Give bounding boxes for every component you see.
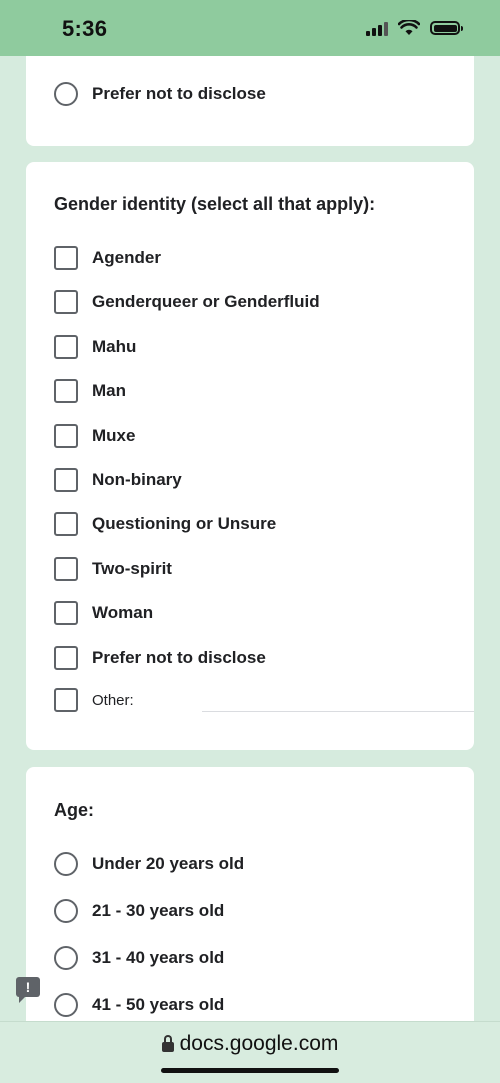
option-label: Under 20 years old xyxy=(92,854,245,873)
option-label: Woman xyxy=(92,603,154,622)
checkbox-option-muxe[interactable]: Muxe xyxy=(54,423,135,449)
checkbox[interactable] xyxy=(54,688,78,712)
battery-icon xyxy=(430,21,463,35)
question-title: Age: xyxy=(54,800,94,820)
option-label: Mahu xyxy=(92,337,137,356)
home-indicator[interactable] xyxy=(161,1068,339,1073)
checkbox-option-non-binary[interactable]: Non-binary xyxy=(54,467,182,493)
status-bar: 5:36 xyxy=(0,0,500,56)
option-label: Man xyxy=(92,381,126,400)
status-icons xyxy=(366,20,463,36)
option-label: Two-spirit xyxy=(92,559,172,578)
checkbox[interactable] xyxy=(54,335,78,359)
status-time: 5:36 xyxy=(62,16,108,41)
checkbox-option-agender[interactable]: Agender xyxy=(54,245,161,271)
checkbox-option-mahu[interactable]: Mahu xyxy=(54,334,136,360)
radio-button[interactable] xyxy=(54,82,78,106)
cellular-signal-icon xyxy=(366,20,388,36)
checkbox[interactable] xyxy=(54,512,78,536)
question-title: Gender identity (select all that apply): xyxy=(54,194,376,214)
option-label: 31 - 40 years old xyxy=(92,948,225,967)
checkbox[interactable] xyxy=(54,646,78,670)
option-label: Questioning or Unsure xyxy=(92,514,277,533)
option-label: 41 - 50 years old xyxy=(92,995,225,1014)
radio-button[interactable] xyxy=(54,993,78,1017)
checkbox[interactable] xyxy=(54,290,78,314)
option-label: Agender xyxy=(92,248,161,267)
checkbox[interactable] xyxy=(54,379,78,403)
checkbox[interactable] xyxy=(54,424,78,448)
other-text-input[interactable] xyxy=(202,693,474,712)
lock-icon xyxy=(161,1035,174,1052)
radio-button[interactable] xyxy=(54,852,78,876)
checkbox-option-man[interactable]: Man xyxy=(54,378,126,404)
option-label: Genderqueer or Genderfluid xyxy=(92,292,320,311)
report-feedback-icon[interactable]: ! xyxy=(16,977,40,1003)
browser-url-bar[interactable]: docs.google.com xyxy=(0,1021,500,1083)
radio-button[interactable] xyxy=(54,899,78,923)
checkbox[interactable] xyxy=(54,557,78,581)
other-label: Other: xyxy=(92,691,134,709)
checkbox[interactable] xyxy=(54,246,78,270)
radio-option-41-50[interactable]: 41 - 50 years old xyxy=(54,992,224,1018)
checkbox-option-prefer-not[interactable]: Prefer not to disclose xyxy=(54,645,266,671)
radio-option-31-40[interactable]: 31 - 40 years old xyxy=(54,945,224,971)
option-label: Prefer not to disclose xyxy=(92,648,266,667)
checkbox-option-questioning[interactable]: Questioning or Unsure xyxy=(54,511,276,537)
gender-identity-card: Gender identity (select all that apply):… xyxy=(26,162,474,750)
option-label: Muxe xyxy=(92,426,136,445)
option-label: Non-binary xyxy=(92,470,182,489)
url-row[interactable]: docs.google.com xyxy=(0,1032,500,1056)
checkbox[interactable] xyxy=(54,601,78,625)
radio-button[interactable] xyxy=(54,946,78,970)
checkbox-option-woman[interactable]: Woman xyxy=(54,600,153,626)
url-text[interactable]: docs.google.com xyxy=(180,1032,339,1056)
checkbox[interactable] xyxy=(54,468,78,492)
option-label: Prefer not to disclose xyxy=(92,84,266,103)
radio-option-under-20[interactable]: Under 20 years old xyxy=(54,851,244,877)
radio-option-21-30[interactable]: 21 - 30 years old xyxy=(54,898,224,924)
option-label: 21 - 30 years old xyxy=(92,901,225,920)
checkbox-option-other[interactable]: Other: xyxy=(54,687,474,713)
radio-option[interactable]: Prefer not to disclose xyxy=(54,81,266,107)
wifi-icon xyxy=(398,20,420,35)
checkbox-option-genderqueer[interactable]: Genderqueer or Genderfluid xyxy=(54,289,320,315)
checkbox-option-two-spirit[interactable]: Two-spirit xyxy=(54,556,172,582)
